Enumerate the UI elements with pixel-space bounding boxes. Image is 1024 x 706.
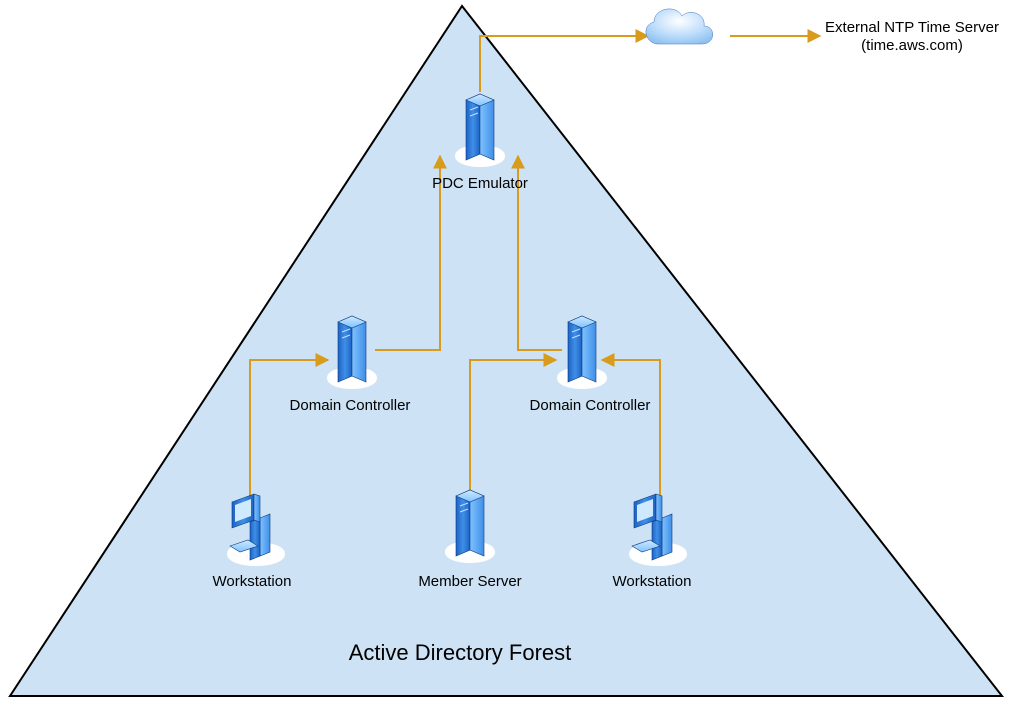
- external-ntp-host: (time.aws.com): [861, 37, 963, 54]
- ws-left-label: Workstation: [213, 573, 292, 590]
- member-server-label: Member Server: [418, 573, 521, 590]
- dc-right-label: Domain Controller: [530, 397, 651, 414]
- cloud-icon: [646, 9, 713, 44]
- pdc-emulator-label: PDC Emulator: [432, 175, 528, 192]
- forest-title: Active Directory Forest: [349, 640, 572, 665]
- forest-triangle: [10, 6, 1002, 696]
- external-ntp-title: External NTP Time Server: [825, 19, 999, 36]
- diagram-canvas: External NTP Time Server (time.aws.com) …: [0, 0, 1024, 706]
- ws-right-label: Workstation: [613, 573, 692, 590]
- dc-left-label: Domain Controller: [290, 397, 411, 414]
